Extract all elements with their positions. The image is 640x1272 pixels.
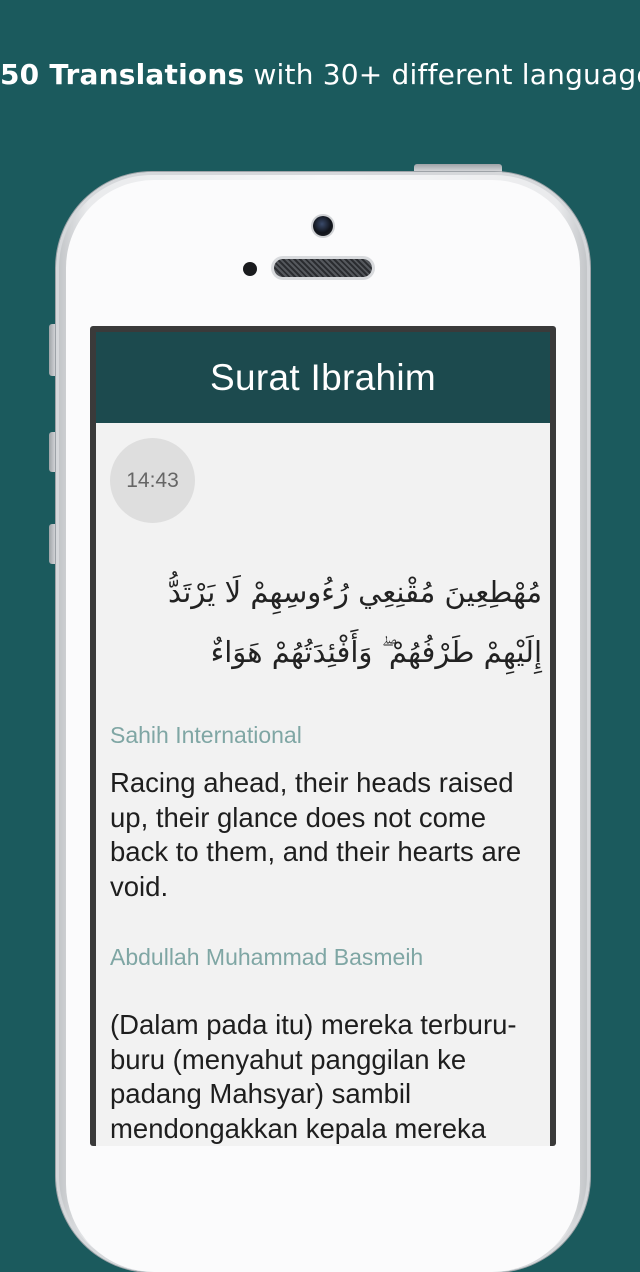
phone-screen: Surat Ibrahim 14:43 مُهْطِعِينَ مُقْنِعِ… <box>90 326 556 1146</box>
app-view: Surat Ibrahim 14:43 مُهْطِعِينَ مُقْنِعِ… <box>96 332 550 1146</box>
navigation-bar: Surat Ibrahim <box>96 332 550 423</box>
promo-headline-strong: 50 Translations <box>0 58 245 91</box>
translator-name: Sahih International <box>110 722 302 748</box>
promo-headline-rest: with 30+ different languages <box>244 58 640 91</box>
earpiece-speaker-icon <box>274 259 372 277</box>
front-camera-icon <box>313 216 333 236</box>
translation-text: (Dalam pada itu) mereka terburu-buru (me… <box>110 1009 517 1144</box>
promo-headline: 50 Translations with 30+ different langu… <box>0 58 640 91</box>
ayah-number-badge[interactable]: 14:43 <box>110 438 195 523</box>
translation-text: Racing ahead, their heads raised up, the… <box>110 767 522 902</box>
arabic-verse: مُهْطِعِينَ مُقْنِعِي رُءُوسِهِمْ لَا يَ… <box>167 575 542 669</box>
proximity-sensor-icon <box>243 262 257 276</box>
surah-title: Surat Ibrahim <box>210 356 436 398</box>
translator-name: Abdullah Muhammad Basmeih <box>110 944 424 970</box>
